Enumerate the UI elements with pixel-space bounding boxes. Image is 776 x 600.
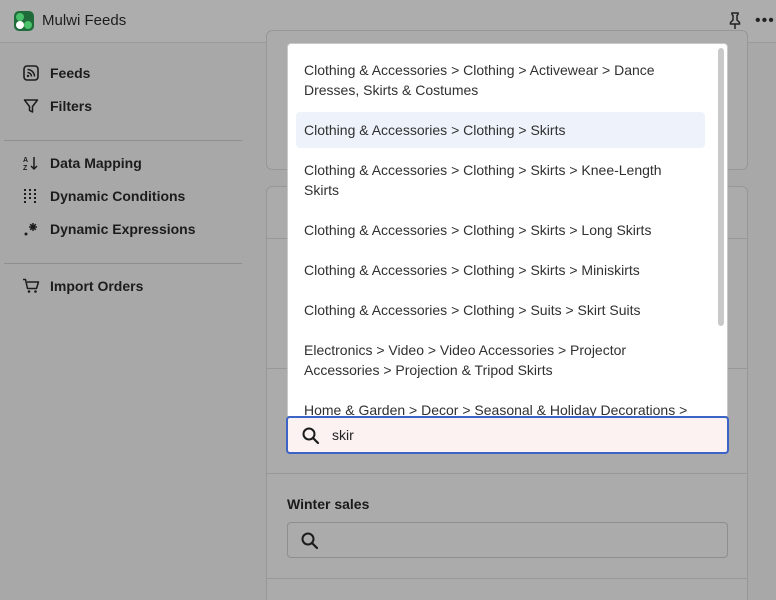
winter-sales-label: Winter sales	[287, 496, 370, 512]
row-divider	[267, 473, 747, 474]
sidebar-divider	[4, 140, 242, 141]
category-search-input[interactable]	[332, 424, 712, 446]
filter-icon	[22, 97, 40, 115]
svg-text:A: A	[23, 157, 28, 164]
dropdown-option[interactable]: Clothing & Accessories > Clothing > Skir…	[296, 160, 705, 200]
sidebar-item-filters[interactable]: Filters	[22, 94, 92, 118]
winter-sales-category-input[interactable]	[287, 522, 728, 558]
category-search-box[interactable]	[286, 416, 729, 454]
dropdown-option[interactable]: Clothing & Accessories > Clothing > Acti…	[296, 60, 705, 100]
sidebar-item-dynamic-conditions[interactable]: Dynamic Conditions	[22, 184, 185, 208]
sidebar-item-label: Data Mapping	[50, 155, 142, 171]
sort-icon: AZ	[22, 154, 40, 172]
dotted-grid-icon	[22, 187, 40, 205]
dropdown-option[interactable]: Clothing & Accessories > Clothing > Skir…	[296, 112, 705, 148]
sidebar-item-dynamic-expressions[interactable]: Dynamic Expressions	[22, 217, 196, 241]
dropdown-option[interactable]: Clothing & Accessories > Clothing > Suit…	[296, 300, 705, 320]
sidebar-item-label: Import Orders	[50, 278, 144, 294]
pin-icon[interactable]	[728, 12, 742, 30]
dropdown-option[interactable]: Clothing & Accessories > Clothing > Skir…	[296, 220, 705, 240]
dropdown-option[interactable]: Electronics > Video > Video Accessories …	[296, 340, 705, 380]
category-suggestions-dropdown[interactable]: Clothing & Accessories > Clothing > Acti…	[287, 43, 728, 416]
sidebar-divider	[4, 263, 242, 264]
sidebar-item-label: Dynamic Conditions	[50, 188, 186, 204]
sidebar-item-label: Dynamic Expressions	[50, 221, 196, 237]
row-divider	[267, 578, 747, 579]
sidebar	[0, 44, 262, 600]
sidebar-item-label: Feeds	[50, 65, 91, 81]
dropdown-scrollbar[interactable]	[718, 48, 724, 326]
dropdown-option[interactable]: Home & Garden > Decor > Seasonal & Holid…	[296, 400, 705, 416]
search-icon	[301, 532, 319, 550]
svg-text:Z: Z	[23, 165, 28, 171]
sparkle-icon	[22, 220, 40, 238]
sidebar-item-feeds[interactable]: Feeds	[22, 61, 90, 85]
search-icon	[302, 427, 320, 445]
sidebar-item-data-mapping[interactable]: AZ Data Mapping	[22, 151, 142, 175]
dropdown-option[interactable]: Clothing & Accessories > Clothing > Skir…	[296, 260, 705, 280]
app-title: Mulwi Feeds	[42, 12, 127, 29]
rss-icon	[22, 64, 40, 82]
sidebar-item-label: Filters	[50, 98, 93, 114]
mulwi-logo	[14, 11, 34, 31]
more-options-icon[interactable]: •••	[755, 12, 775, 30]
cart-icon	[22, 277, 40, 295]
sidebar-item-import-orders[interactable]: Import Orders	[22, 274, 143, 298]
